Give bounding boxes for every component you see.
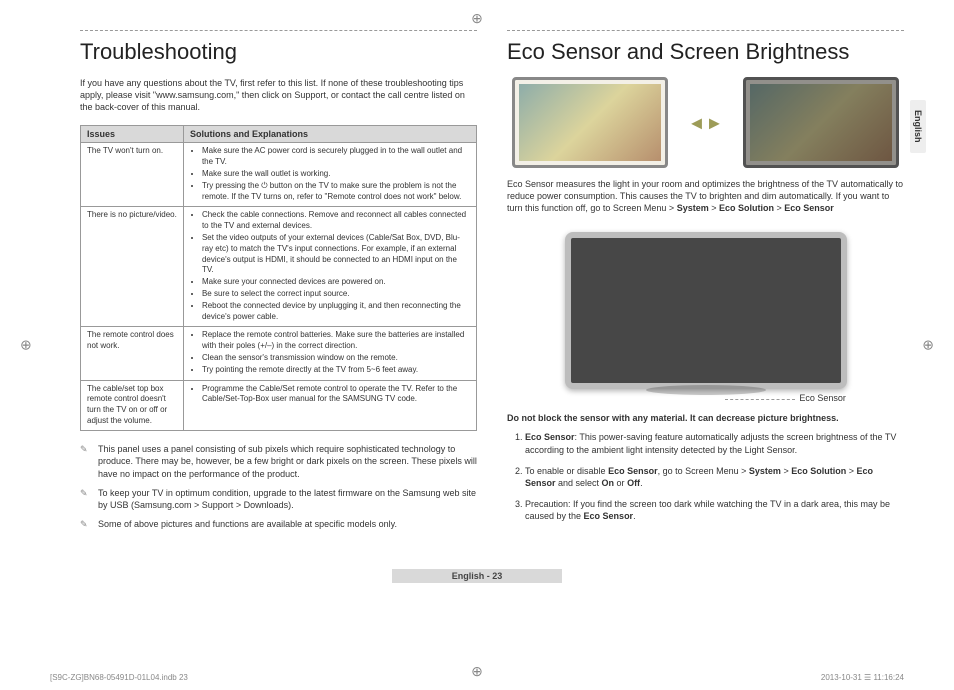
eco-column: Eco Sensor and Screen Brightness ◄► Eco … [507, 30, 904, 536]
solution-item: Set the video outputs of your external d… [202, 233, 470, 276]
text: and select [556, 478, 602, 488]
register-mark-top: ⊕ [471, 10, 483, 27]
text: Precaution: If you find the screen too d… [525, 499, 890, 522]
note-item: Some of above pictures and functions are… [80, 518, 477, 531]
text: > [709, 203, 719, 213]
solution-item: Replace the remote control batteries. Ma… [202, 330, 470, 352]
bold-text: Eco Sensor [784, 203, 834, 213]
bold-text: On [602, 478, 615, 488]
bold-text: Eco Solution [719, 203, 774, 213]
solution-cell: Check the cable connections. Remove and … [183, 207, 476, 327]
page-number: English - 23 [392, 569, 563, 583]
bold-text: Eco Sensor [584, 511, 634, 521]
troubleshooting-intro: If you have any questions about the TV, … [80, 77, 477, 113]
solution-item: Make sure the wall outlet is working. [202, 169, 470, 180]
text: To enable or disable [525, 466, 608, 476]
table-row: The remote control does not work. Replac… [81, 327, 477, 380]
tv-brightness-illustration: ◄► [507, 77, 904, 168]
solution-item: Clean the sensor's transmission window o… [202, 353, 470, 364]
double-arrow-icon: ◄► [688, 114, 724, 132]
solution-item: Be sure to select the correct input sour… [202, 289, 470, 300]
text: or [614, 478, 627, 488]
register-mark-left: ⊕ [20, 337, 32, 354]
text: > [774, 203, 784, 213]
text: , go to Screen Menu > [658, 466, 749, 476]
eco-steps: Eco Sensor: This power-saving feature au… [507, 431, 904, 523]
eco-step: To enable or disable Eco Sensor, go to S… [525, 465, 904, 490]
bold-text: Eco Sensor [525, 432, 575, 442]
page-footer: English - 23 [0, 569, 954, 583]
print-timestamp: 2013-10-31 ☰ 11:16:24 [821, 673, 904, 682]
tv-sensor-illustration: Eco Sensor [507, 232, 904, 403]
troubleshooting-title: Troubleshooting [80, 39, 477, 65]
eco-step: Precaution: If you find the screen too d… [525, 498, 904, 523]
bold-text: Eco Sensor [608, 466, 658, 476]
text: : This power-saving feature automaticall… [525, 432, 896, 455]
bold-text: System [677, 203, 709, 213]
note-item: This panel uses a panel consisting of su… [80, 443, 477, 481]
rule-right [507, 30, 904, 31]
solution-item: Programme the Cable/Set remote control t… [202, 384, 470, 406]
bold-text: Eco Solution [791, 466, 846, 476]
text: . [633, 511, 636, 521]
solution-cell: Programme the Cable/Set remote control t… [183, 380, 476, 430]
solution-item: Check the cable connections. Remove and … [202, 210, 470, 232]
register-mark-bottom: ⊕ [471, 663, 483, 680]
issue-cell: The cable/set top box remote control doe… [81, 380, 184, 430]
solution-item: Try pointing the remote directly at the … [202, 365, 470, 376]
solution-item: Make sure your connected devices are pow… [202, 277, 470, 288]
issues-table: Issues Solutions and Explanations The TV… [80, 125, 477, 430]
th-solutions: Solutions and Explanations [183, 126, 476, 143]
eco-step: Eco Sensor: This power-saving feature au… [525, 431, 904, 456]
text: . [640, 478, 643, 488]
issue-cell: The TV won't turn on. [81, 143, 184, 207]
table-row: The TV won't turn on. Make sure the AC p… [81, 143, 477, 207]
table-row: There is no picture/video. Check the cab… [81, 207, 477, 327]
eco-sensor-callout: Eco Sensor [725, 393, 904, 403]
bold-text: System [749, 466, 781, 476]
tv-big [565, 232, 847, 389]
rule-left [80, 30, 477, 31]
bold-text: Off [627, 478, 640, 488]
eco-sensor-label: Eco Sensor [799, 393, 846, 403]
table-row: The cable/set top box remote control doe… [81, 380, 477, 430]
notes-list: This panel uses a panel consisting of su… [80, 443, 477, 531]
th-issues: Issues [81, 126, 184, 143]
register-mark-right: ⊕ [922, 337, 934, 354]
eco-title: Eco Sensor and Screen Brightness [507, 39, 904, 65]
issue-cell: The remote control does not work. [81, 327, 184, 380]
solution-cell: Make sure the AC power cord is securely … [183, 143, 476, 207]
note-item: To keep your TV in optimum condition, up… [80, 487, 477, 512]
solution-cell: Replace the remote control batteries. Ma… [183, 327, 476, 380]
eco-description: Eco Sensor measures the light in your ro… [507, 178, 904, 214]
text: > [781, 466, 791, 476]
print-file: [S9C-ZG]BN68-05491D-01L04.indb 23 [50, 673, 188, 682]
text: > [846, 466, 856, 476]
tv-thumb-bright [512, 77, 668, 168]
troubleshooting-column: Troubleshooting If you have any question… [80, 30, 477, 536]
language-tab: English [910, 100, 926, 153]
solution-item: Try pressing the ⏻ button on the TV to m… [202, 181, 470, 203]
eco-warning: Do not block the sensor with any materia… [507, 413, 904, 423]
solution-item: Reboot the connected device by unpluggin… [202, 301, 470, 323]
solution-item: Make sure the AC power cord is securely … [202, 146, 470, 168]
tv-thumb-dim [743, 77, 899, 168]
issue-cell: There is no picture/video. [81, 207, 184, 327]
